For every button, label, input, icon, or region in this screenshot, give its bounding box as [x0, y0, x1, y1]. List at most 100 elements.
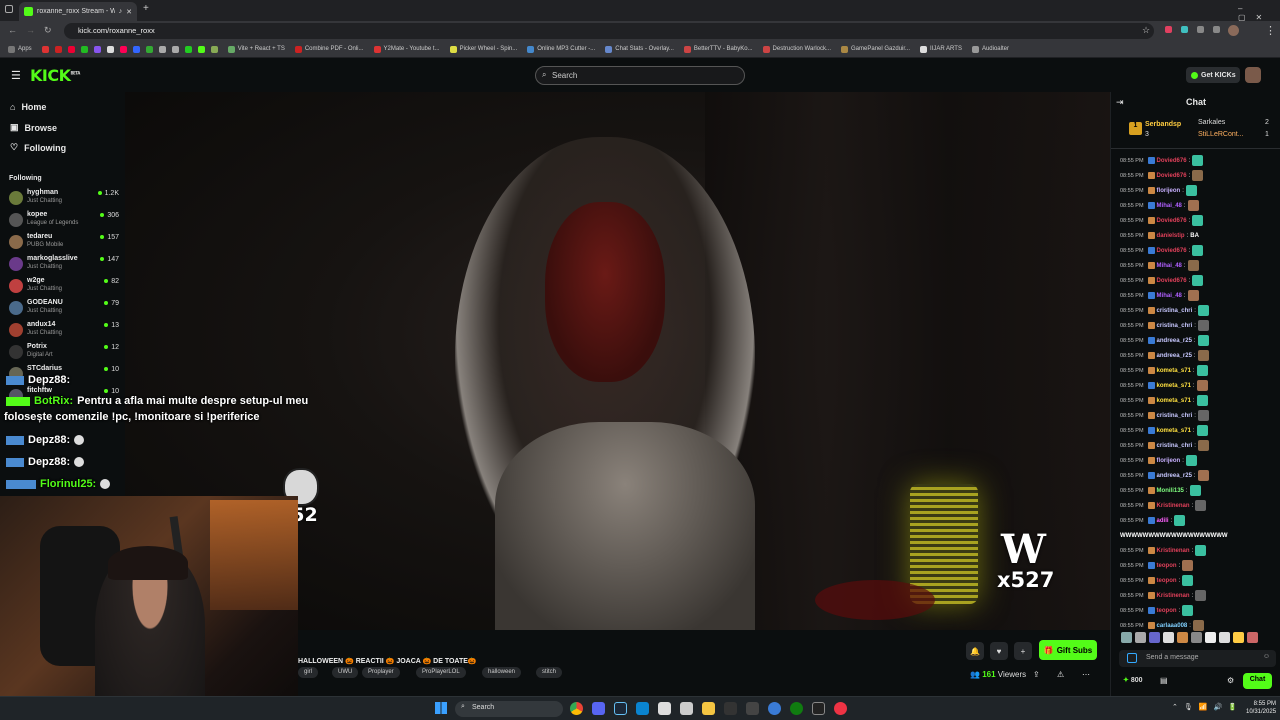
reload-icon[interactable]: ↻	[44, 25, 52, 36]
chat-message[interactable]: 08:55 PM cristina_chri:	[1120, 318, 1209, 333]
taskbar-app-icon[interactable]	[658, 702, 671, 715]
bookmark-icons-row[interactable]	[41, 45, 218, 53]
new-tab-button[interactable]: +	[143, 3, 149, 14]
tab-audio-icon[interactable]: ♪	[119, 8, 123, 15]
chat-username[interactable]: florijeon	[1157, 458, 1181, 464]
chat-message[interactable]: 08:55 PM adili:	[1120, 513, 1186, 528]
chat-message[interactable]: 08:55 PM kometa_s71:	[1120, 393, 1208, 408]
chat-settings-icon[interactable]: ⚙	[1227, 676, 1234, 685]
chat-message[interactable]: 08:55 PM kometa_s71:	[1120, 378, 1208, 393]
chat-rewards-icon[interactable]: ▤	[1160, 676, 1168, 685]
bookmark-apps[interactable]: Apps	[8, 45, 32, 53]
chat-username[interactable]: adili	[1157, 518, 1169, 524]
bookmark-item[interactable]: Picker Wheel - Spin...	[449, 45, 517, 53]
tab-list-icon[interactable]	[5, 5, 13, 13]
chat-username[interactable]: cristina_chri	[1157, 413, 1193, 419]
chat-message[interactable]: 08:55 PM Mihai_48:	[1120, 198, 1199, 213]
chat-message[interactable]: 08:55 PM teopon:	[1120, 558, 1194, 573]
chat-message[interactable]: 08:55 PM Mihai_48:	[1120, 288, 1199, 303]
chat-message[interactable]: 08:55 PM Kristinenan:	[1120, 498, 1207, 513]
chat-message[interactable]: 08:55 PM cristina_chri:	[1120, 438, 1209, 453]
bookmark-item[interactable]: Chat Stats - Overlay...	[605, 45, 674, 53]
chat-username[interactable]: cristina_chri	[1157, 308, 1193, 314]
chat-username[interactable]: andreea_r25	[1157, 353, 1192, 359]
sidebar-channel-w2ge[interactable]: w2ge Just Chatting 82	[9, 277, 121, 297]
chat-username[interactable]: Kristinenan	[1157, 593, 1190, 599]
obs-icon[interactable]	[768, 702, 781, 715]
sidebar-channel-kopee[interactable]: kopee League of Legends 306	[9, 211, 121, 231]
tab-close-icon[interactable]: ✕	[126, 8, 132, 16]
chat-message[interactable]: 08:55 PM teopon:	[1120, 603, 1194, 618]
chat-username[interactable]: Mihai_48	[1157, 263, 1182, 269]
bookmark-item[interactable]: Audioalter	[971, 45, 1009, 53]
chat-username[interactable]: teopon	[1157, 563, 1177, 569]
chat-username[interactable]: Dovied676	[1157, 158, 1187, 164]
chat-username[interactable]: Dovied676	[1157, 173, 1187, 179]
sidebar-channel-hyghman[interactable]: hyghman Just Chatting 1.2K	[9, 189, 121, 209]
chat-message[interactable]: 08:55 PM Kristinenan:	[1120, 543, 1207, 558]
bookmark-item[interactable]: Combine PDF - Onli...	[294, 45, 364, 53]
chat-message[interactable]: 08:55 PM Monili135:	[1120, 483, 1201, 498]
chat-username[interactable]: teopon	[1157, 608, 1177, 614]
chat-message[interactable]: 08:55 PM teopon:	[1120, 573, 1194, 588]
chat-message[interactable]: 08:55 PM danielstip: BA	[1120, 228, 1199, 243]
menu-icon[interactable]: ⋮	[1265, 24, 1276, 37]
more-options-icon[interactable]: ⋯	[1082, 670, 1090, 679]
windows-start-icon[interactable]	[435, 702, 447, 714]
chat-message[interactable]: 08:55 PM florijeon:	[1120, 183, 1197, 198]
search-input[interactable]: ⌕ Search	[535, 66, 745, 85]
taskbar-app-icon[interactable]	[834, 702, 847, 715]
chat-message-input[interactable]: Send a message ☺	[1119, 650, 1276, 667]
chat-username[interactable]: kometa_s71	[1157, 368, 1191, 374]
chat-username[interactable]: Mihai_48	[1157, 293, 1182, 299]
chat-message[interactable]: 08:55 PM kometa_s71:	[1120, 363, 1208, 378]
star-icon[interactable]: ☆	[1142, 25, 1150, 36]
chat-message[interactable]: 08:55 PM andreea_r25:	[1120, 348, 1209, 363]
chat-message[interactable]: 08:55 PM kometa_s71:	[1120, 423, 1208, 438]
chat-message[interactable]: WWWWWWWWWWWWWWWWWWW	[1120, 528, 1228, 543]
url-field[interactable]: kick.com/roxanne_roxx	[64, 23, 1154, 39]
chat-username[interactable]: kometa_s71	[1157, 383, 1191, 389]
bookmark-item[interactable]: Destruction Warlock...	[762, 45, 831, 53]
chat-username[interactable]: florijeon	[1157, 188, 1181, 194]
chat-username[interactable]: andreea_r25	[1157, 338, 1192, 344]
chat-username[interactable]: Kristinenan	[1157, 548, 1190, 554]
chat-send-button[interactable]: Chat	[1243, 673, 1272, 689]
chat-username[interactable]: Dovied676	[1157, 248, 1187, 254]
steam-icon[interactable]	[614, 702, 627, 715]
chat-username[interactable]: cristina_chri	[1157, 323, 1193, 329]
stream-tag[interactable]: halloween	[482, 667, 522, 678]
nav-home[interactable]: ⌂ Home	[10, 102, 46, 112]
chat-username[interactable]: teopon	[1157, 578, 1177, 584]
gift-subs-button[interactable]: 🎁 Gift Subs	[1039, 640, 1097, 660]
chrome-icon[interactable]	[570, 702, 583, 715]
chat-message[interactable]: 08:55 PM florijeon:	[1120, 453, 1197, 468]
taskbar-app-icon[interactable]	[746, 702, 759, 715]
chat-username[interactable]: Mihai_48	[1157, 203, 1182, 209]
emote-quick-bar[interactable]	[1121, 632, 1258, 643]
vscode-icon[interactable]	[636, 702, 649, 715]
chat-message[interactable]: 08:55 PM Dovied676:	[1120, 273, 1204, 288]
stream-tag[interactable]: ProPlayerLOL	[416, 667, 466, 678]
sidebar-channel-andux14[interactable]: andux14 Just Chatting 13	[9, 321, 121, 341]
taskbar-search[interactable]: ⌕ Search	[455, 701, 563, 717]
report-icon[interactable]: ⚠	[1057, 670, 1064, 679]
more-plus-icon[interactable]: +	[1014, 642, 1032, 660]
bookmark-item[interactable]: IIJAR ARTS	[920, 45, 962, 53]
bookmark-item[interactable]: Y2Mate - Youtube t...	[373, 45, 440, 53]
chat-message[interactable]: 08:55 PM Dovied676:	[1120, 168, 1204, 183]
chat-username[interactable]: danielstip	[1157, 233, 1185, 239]
chat-username[interactable]: andreea_r25	[1157, 473, 1192, 479]
chat-username[interactable]: Monili135	[1157, 488, 1184, 494]
xbox-icon[interactable]	[790, 702, 803, 715]
chat-message[interactable]: 08:55 PM Mihai_48:	[1120, 258, 1199, 273]
share-icon[interactable]: ⇪	[1033, 670, 1040, 679]
chat-username[interactable]: carlaaa008	[1157, 623, 1188, 629]
stream-tag[interactable]: UWU	[332, 667, 359, 678]
sidebar-channel-markoglasslive[interactable]: markoglasslive Just Chatting 147	[9, 255, 121, 275]
chat-message[interactable]: 08:55 PM cristina_chri:	[1120, 408, 1209, 423]
forward-icon[interactable]: →	[26, 25, 35, 35]
get-kicks-button[interactable]: Get KICKs	[1186, 67, 1240, 83]
stream-tag[interactable]: girl	[298, 667, 319, 678]
back-icon[interactable]: ←	[8, 25, 17, 35]
